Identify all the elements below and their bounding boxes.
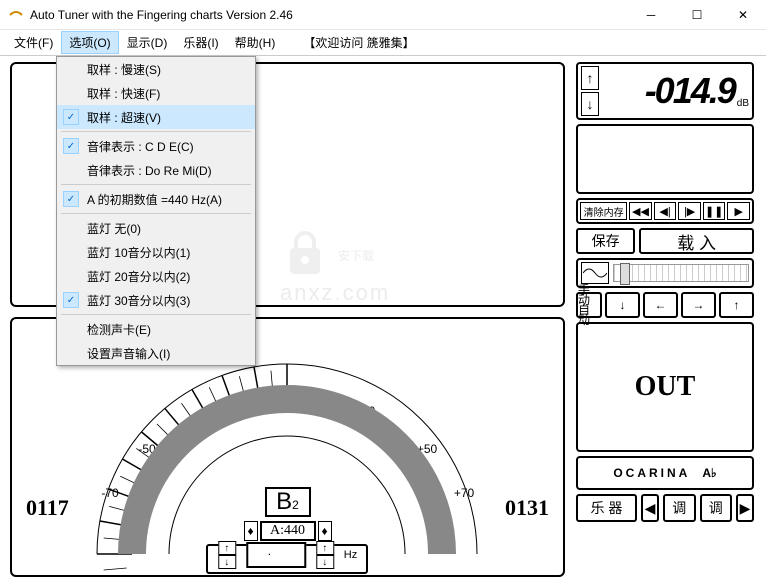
hz-up-button[interactable]: ↑ <box>316 541 334 555</box>
menu-options[interactable]: 选项(O) <box>61 31 118 54</box>
db-up-button[interactable]: ↑ <box>581 66 599 90</box>
dd-blue-none[interactable]: 蓝灯 无(0) <box>57 216 255 240</box>
window-title: Auto Tuner with the Fingering charts Ver… <box>30 8 628 22</box>
menu-display[interactable]: 显示(D) <box>119 31 176 54</box>
a440-row: ♦ A:440 ♦ <box>244 521 332 541</box>
dd-blue-20[interactable]: 蓝灯 20音分以内(2) <box>57 264 255 288</box>
app-icon <box>8 7 24 23</box>
dd-blue-30[interactable]: ✓蓝灯 30音分以内(3) <box>57 288 255 312</box>
volume-slider[interactable] <box>613 264 749 282</box>
pause-button[interactable]: ❚❚ <box>703 202 726 220</box>
menu-welcome-link[interactable]: 【欢迎访问 篪雅集】 <box>303 34 414 51</box>
next-button[interactable]: |▶ <box>678 202 701 220</box>
freq-box-left: . <box>246 542 306 568</box>
tick-p70: +70 <box>454 486 475 500</box>
db-value: -014.9 <box>599 70 735 112</box>
next-instr-button[interactable]: ▶ <box>736 494 754 522</box>
check-icon: ✓ <box>63 109 79 125</box>
transport-bar: 清除内存 ◀◀ ◀| |▶ ❚❚ ▶ <box>576 198 754 224</box>
freq-left: 0117 <box>26 495 69 521</box>
titlebar: Auto Tuner with the Fingering charts Ver… <box>0 0 766 30</box>
left-arrow-button[interactable]: ← <box>643 292 678 318</box>
sine-icon[interactable] <box>581 262 609 284</box>
menu-help[interactable]: 帮助(H) <box>227 31 284 54</box>
dd-set-input[interactable]: 设置声音输入(I) <box>57 341 255 365</box>
options-dropdown: 取样 : 慢速(S) 取样 : 快速(F) ✓取样 : 超速(V) ✓音律表示 … <box>56 56 256 366</box>
instrument-button[interactable]: 乐 器 <box>576 494 637 522</box>
auto-manual-label: 手 动自 动 <box>576 292 602 318</box>
auto-manual-row: 手 动自 动 ↓ ← → ↑ <box>576 292 754 318</box>
menu-instrument[interactable]: 乐器(I) <box>175 31 226 54</box>
a440-down-button[interactable]: ♦ <box>244 521 258 541</box>
dd-notation-doremi[interactable]: 音律表示 : Do Re Mi(D) <box>57 158 255 182</box>
a440-value: A:440 <box>260 521 316 541</box>
check-icon: ✓ <box>63 191 79 207</box>
small-scope <box>576 124 754 194</box>
minimize-button[interactable]: ─ <box>628 0 674 30</box>
a440-up-button[interactable]: ♦ <box>318 521 332 541</box>
bottom-buttons: 乐 器 ◀ 调 调 ▶ <box>576 494 754 522</box>
dd-blue-10[interactable]: 蓝灯 10音分以内(1) <box>57 240 255 264</box>
clear-button[interactable]: 清除内存 <box>580 202 627 220</box>
check-icon: ✓ <box>63 292 79 308</box>
dd-separator <box>61 131 251 132</box>
freq-right: 0131 <box>505 495 549 521</box>
tone-row <box>576 258 754 288</box>
save-load-row: 保存 载 入 <box>576 228 754 254</box>
db-display: ↑ ↓ -014.9 dB <box>576 62 754 120</box>
dd-separator <box>61 314 251 315</box>
hz-label: Hz <box>344 549 357 561</box>
instrument-display: OCARINAA♭ <box>576 456 754 490</box>
prev-button[interactable]: ◀| <box>654 202 677 220</box>
dd-separator <box>61 213 251 214</box>
fwd-button[interactable]: ▶ <box>727 202 750 220</box>
dd-detect-card[interactable]: 检测声卡(E) <box>57 317 255 341</box>
db-unit: dB <box>737 98 749 109</box>
load-button[interactable]: 载 入 <box>639 228 754 254</box>
window-controls: ─ ☐ ✕ <box>628 0 766 30</box>
up-arrow-button[interactable]: ↑ <box>719 292 754 318</box>
maximize-button[interactable]: ☐ <box>674 0 720 30</box>
note-display: B2 <box>265 487 311 517</box>
oct-down-button[interactable]: ↓ <box>218 555 236 569</box>
down-arrow-button[interactable]: ↓ <box>605 292 640 318</box>
save-button[interactable]: 保存 <box>576 228 635 254</box>
dd-notation-cde[interactable]: ✓音律表示 : C D E(C) <box>57 134 255 158</box>
dd-sample-ultra[interactable]: ✓取样 : 超速(V) <box>57 105 255 129</box>
rewind-button[interactable]: ◀◀ <box>629 202 652 220</box>
hz-down-button[interactable]: ↓ <box>316 555 334 569</box>
dd-sample-fast[interactable]: 取样 : 快速(F) <box>57 81 255 105</box>
dd-separator <box>61 184 251 185</box>
dd-sample-slow[interactable]: 取样 : 慢速(S) <box>57 57 255 81</box>
menu-file[interactable]: 文件(F) <box>6 31 61 54</box>
oct-up-button[interactable]: ↑ <box>218 541 236 555</box>
slider-thumb[interactable] <box>620 263 630 285</box>
dd-a-init[interactable]: ✓A 的初期数值 =440 Hz(A) <box>57 187 255 211</box>
right-panel: ↑ ↓ -014.9 dB 清除内存 ◀◀ ◀| |▶ ❚❚ ▶ 保存 载 入 … <box>576 62 754 572</box>
bottom-controls: ↑ ↓ . ↑ ↓ Hz <box>218 541 357 569</box>
tune1-button[interactable]: 调 <box>663 494 696 522</box>
menubar: 文件(F) 选项(O) 显示(D) 乐器(I) 帮助(H) 【欢迎访问 篪雅集】 <box>0 30 766 56</box>
right-arrow-button[interactable]: → <box>681 292 716 318</box>
close-button[interactable]: ✕ <box>720 0 766 30</box>
tick-m70: -70 <box>101 486 119 500</box>
db-down-button[interactable]: ↓ <box>581 92 599 116</box>
check-icon: ✓ <box>63 138 79 154</box>
tune2-button[interactable]: 调 <box>700 494 733 522</box>
prev-instr-button[interactable]: ◀ <box>641 494 659 522</box>
out-display: OUT <box>576 322 754 452</box>
